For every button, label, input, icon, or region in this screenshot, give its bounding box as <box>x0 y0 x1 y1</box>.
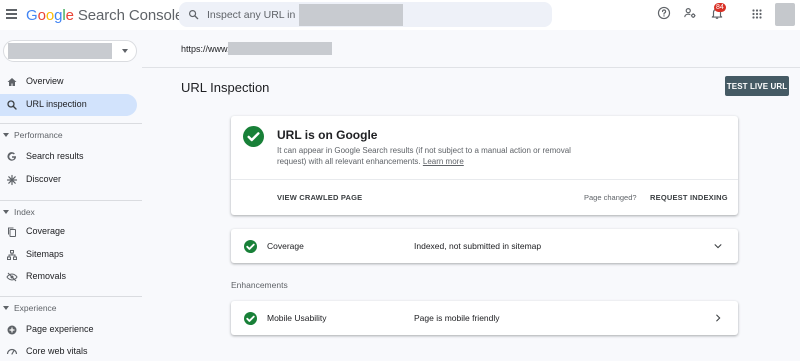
divider <box>0 123 142 124</box>
apps-grid-icon[interactable] <box>752 9 762 19</box>
status-description: It can appear in Google Search results (… <box>277 146 571 166</box>
notification-count-badge: 84 <box>714 3 726 12</box>
url-inspect-search[interactable] <box>179 2 552 27</box>
account-avatar[interactable] <box>775 3 795 26</box>
sidebar-item-coverage[interactable]: Coverage <box>0 221 137 243</box>
help-icon[interactable] <box>657 6 671 20</box>
page-changed-label: Page changed? <box>584 193 637 202</box>
chevron-right-icon[interactable] <box>713 313 723 323</box>
section-header-performance[interactable]: Performance <box>0 130 63 140</box>
enhancements-heading: Enhancements <box>231 280 288 290</box>
asterisk-icon <box>6 174 18 186</box>
home-icon <box>7 78 17 86</box>
search-icon <box>189 10 199 20</box>
sidebar: Overview URL inspection Performance Sear… <box>0 30 142 361</box>
menu-icon[interactable] <box>6 9 17 19</box>
sidebar-item-page-experience[interactable]: Page experience <box>0 319 137 341</box>
divider <box>0 296 142 297</box>
eye-off-icon <box>6 272 18 282</box>
plus-circle-icon <box>7 325 17 335</box>
check-circle-icon <box>244 312 257 325</box>
google-g-icon <box>7 152 16 161</box>
view-crawled-page-button[interactable]: VIEW CRAWLED PAGE <box>277 193 362 202</box>
mobile-usability-status: Page is mobile friendly <box>414 313 500 323</box>
divider <box>231 179 738 180</box>
coverage-row[interactable]: Coverage Indexed, not submitted in sitem… <box>231 229 738 263</box>
page-title: URL Inspection <box>181 80 270 95</box>
check-circle-icon <box>243 126 264 147</box>
sidebar-item-core-web-vitals[interactable]: Core web vitals <box>0 341 137 361</box>
mobile-usability-row[interactable]: Mobile Usability Page is mobile friendly <box>231 301 738 335</box>
divider <box>142 67 800 68</box>
index-status-card: URL is on Google It can appear in Google… <box>231 116 738 215</box>
sidebar-item-search-results[interactable]: Search results <box>0 146 137 168</box>
request-indexing-button[interactable]: REQUEST INDEXING <box>650 193 728 202</box>
sidebar-item-sitemaps[interactable]: Sitemaps <box>0 244 137 266</box>
collapse-icon <box>3 210 9 214</box>
redacted-url <box>228 42 332 55</box>
check-circle-icon <box>244 240 257 253</box>
chevron-down-icon[interactable] <box>713 241 723 251</box>
copy-icon <box>8 227 16 237</box>
collapse-icon <box>3 133 9 137</box>
divider <box>0 200 142 201</box>
status-title: URL is on Google <box>277 128 378 142</box>
test-live-url-button[interactable]: TEST LIVE URL <box>725 76 789 96</box>
sidebar-item-removals[interactable]: Removals <box>0 266 137 288</box>
property-selector[interactable] <box>3 40 137 62</box>
section-header-index[interactable]: Index <box>0 207 35 217</box>
mobile-usability-label: Mobile Usability <box>267 313 327 323</box>
section-header-experience[interactable]: Experience <box>0 303 57 313</box>
search-input[interactable] <box>207 8 299 21</box>
sidebar-item-discover[interactable]: Discover <box>0 169 137 191</box>
collapse-icon <box>3 306 9 310</box>
top-bar: Google Search Console 84 <box>0 0 800 30</box>
coverage-label: Coverage <box>267 241 304 251</box>
sidebar-item-url-inspection[interactable]: URL inspection <box>0 94 137 116</box>
sitemap-icon <box>7 250 17 260</box>
redacted-property <box>8 43 112 59</box>
inspected-url: https://www. <box>181 44 230 54</box>
app-logo[interactable]: Google Search Console <box>26 7 183 24</box>
chevron-down-icon <box>122 49 128 53</box>
search-icon <box>7 100 17 110</box>
gauge-icon <box>6 348 18 355</box>
learn-more-link[interactable]: Learn more <box>423 157 464 166</box>
coverage-status: Indexed, not submitted in sitemap <box>414 241 542 251</box>
manage-users-icon[interactable] <box>683 6 697 20</box>
sidebar-item-overview[interactable]: Overview <box>0 71 137 93</box>
redacted-url <box>299 3 403 26</box>
